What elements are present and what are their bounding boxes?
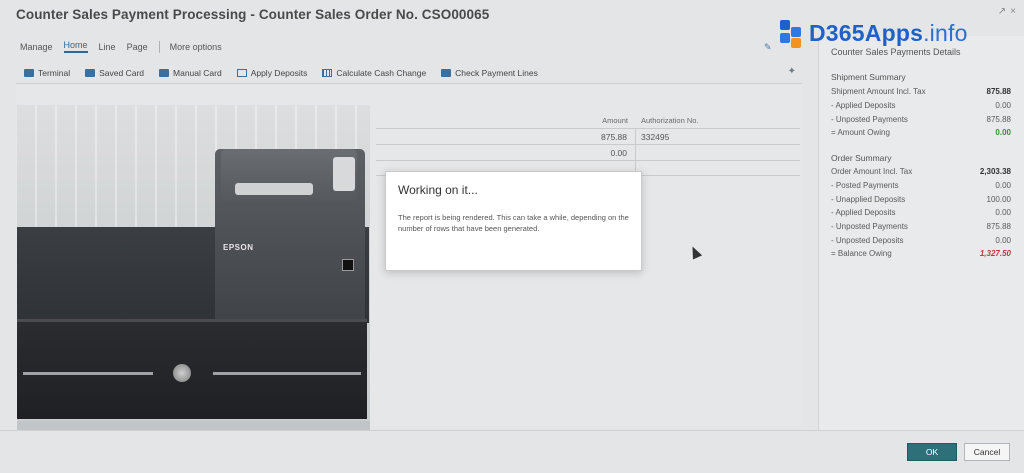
document-icon	[236, 68, 247, 77]
summary-row: - Unposted Payments 875.88	[831, 115, 1011, 124]
summary-row: - Applied Deposits 0.00	[831, 101, 1011, 110]
order-summary-heading: Order Summary	[831, 153, 892, 163]
dialog-message: The report is being rendered. This can t…	[398, 213, 629, 233]
manual-card-label: Manual Card	[173, 67, 222, 78]
check-payment-lines-button[interactable]: Check Payment Lines	[441, 68, 538, 78]
manual-card-button[interactable]: Manual Card	[159, 68, 222, 78]
calculate-cash-change-label: Calculate Cash Change	[336, 67, 427, 78]
terminal-button[interactable]: Terminal	[24, 68, 70, 78]
logo-suffix: .info	[923, 19, 968, 46]
check-payment-lines-label: Check Payment Lines	[455, 67, 538, 78]
menu-page[interactable]: Page	[127, 42, 148, 52]
cancel-button[interactable]: Cancel	[964, 443, 1010, 461]
printer-brand: EPSON	[223, 243, 254, 252]
card-icon	[159, 68, 170, 77]
summary-row: Shipment Amount Incl. Tax 875.88	[831, 87, 1011, 96]
summary-row: - Applied Deposits 0.00	[831, 208, 1011, 217]
dialog-title: Working on it...	[398, 183, 478, 197]
menu-manage[interactable]: Manage	[20, 42, 53, 52]
apply-deposits-button[interactable]: Apply Deposits	[236, 67, 308, 78]
calculator-icon	[322, 68, 333, 77]
amount-cell[interactable]: 875.88	[452, 129, 636, 144]
cash-drawer-front	[17, 319, 367, 419]
summary-row: Order Amount Incl. Tax 2,303.38	[831, 167, 1011, 176]
menu-home[interactable]: Home	[63, 40, 88, 53]
saved-card-label: Saved Card	[99, 67, 145, 78]
details-factbox: Counter Sales Payments Details Shipment …	[818, 36, 1024, 431]
window-controls: ↗ ×	[998, 6, 1016, 17]
authorization-column-header[interactable]: Authorization No.	[636, 116, 796, 125]
summary-row: - Unposted Payments 875.88	[831, 222, 1011, 231]
action-menu-bar: Manage Home Line Page More options	[20, 40, 233, 53]
terminal-icon	[24, 68, 34, 77]
logo-cubes-icon	[778, 18, 804, 48]
drawer-lock	[173, 364, 191, 382]
expand-icon[interactable]: ↗	[998, 6, 1006, 17]
paper-slot	[235, 183, 313, 195]
logo-brand: D365Apps	[809, 19, 924, 46]
summary-row: - Unposted Deposits 0.00	[831, 236, 1011, 245]
menu-more-options[interactable]: More options	[170, 42, 222, 52]
summary-row: = Balance Owing 1,327.50	[831, 249, 1011, 258]
calculate-cash-change-button[interactable]: Calculate Cash Change	[322, 68, 426, 78]
apply-deposits-label: Apply Deposits	[250, 67, 308, 78]
factbox-title: Counter Sales Payments Details	[831, 47, 961, 57]
summary-row: - Unapplied Deposits 100.00	[831, 195, 1011, 204]
menu-line[interactable]: Line	[99, 42, 116, 52]
grid-header: Amount Authorization No.	[376, 112, 800, 128]
page-title: Counter Sales Payment Processing - Count…	[16, 7, 490, 22]
table-row[interactable]: 875.88 332495	[376, 128, 800, 144]
pos-hardware-photo: EPSON	[17, 105, 370, 473]
payment-lines-grid: Amount Authorization No. 875.88 332495 0…	[376, 112, 800, 176]
amount-column-header[interactable]: Amount	[452, 112, 636, 128]
card-icon	[85, 68, 96, 77]
terminal-label: Terminal	[38, 67, 71, 78]
summary-row: = Amount Owing 0.00	[831, 128, 1011, 137]
close-icon[interactable]: ×	[1010, 6, 1016, 17]
ok-button[interactable]: OK	[907, 443, 957, 461]
table-row[interactable]: 0.00	[376, 144, 800, 160]
pin-icon[interactable]: ✦	[788, 66, 796, 77]
d365apps-logo: D365Apps.info	[778, 18, 968, 48]
menu-divider	[158, 40, 160, 53]
dialog-footer: OK Cancel	[0, 430, 1024, 473]
app-window: Counter Sales Payment Processing - Count…	[0, 0, 1024, 473]
authorization-cell[interactable]: 332495	[636, 132, 796, 142]
saved-card-button[interactable]: Saved Card	[85, 68, 144, 78]
working-dialog: Working on it... The report is being ren…	[385, 171, 642, 271]
home-toolbar: Terminal Saved Card Manual Card Apply De…	[16, 62, 802, 84]
amount-cell[interactable]: 0.00	[452, 145, 636, 160]
checklist-icon	[441, 68, 452, 77]
power-switch	[342, 259, 354, 271]
receipt-printer: EPSON	[215, 149, 365, 329]
summary-row: - Posted Payments 0.00	[831, 181, 1011, 190]
shipment-summary-heading: Shipment Summary	[831, 72, 906, 82]
